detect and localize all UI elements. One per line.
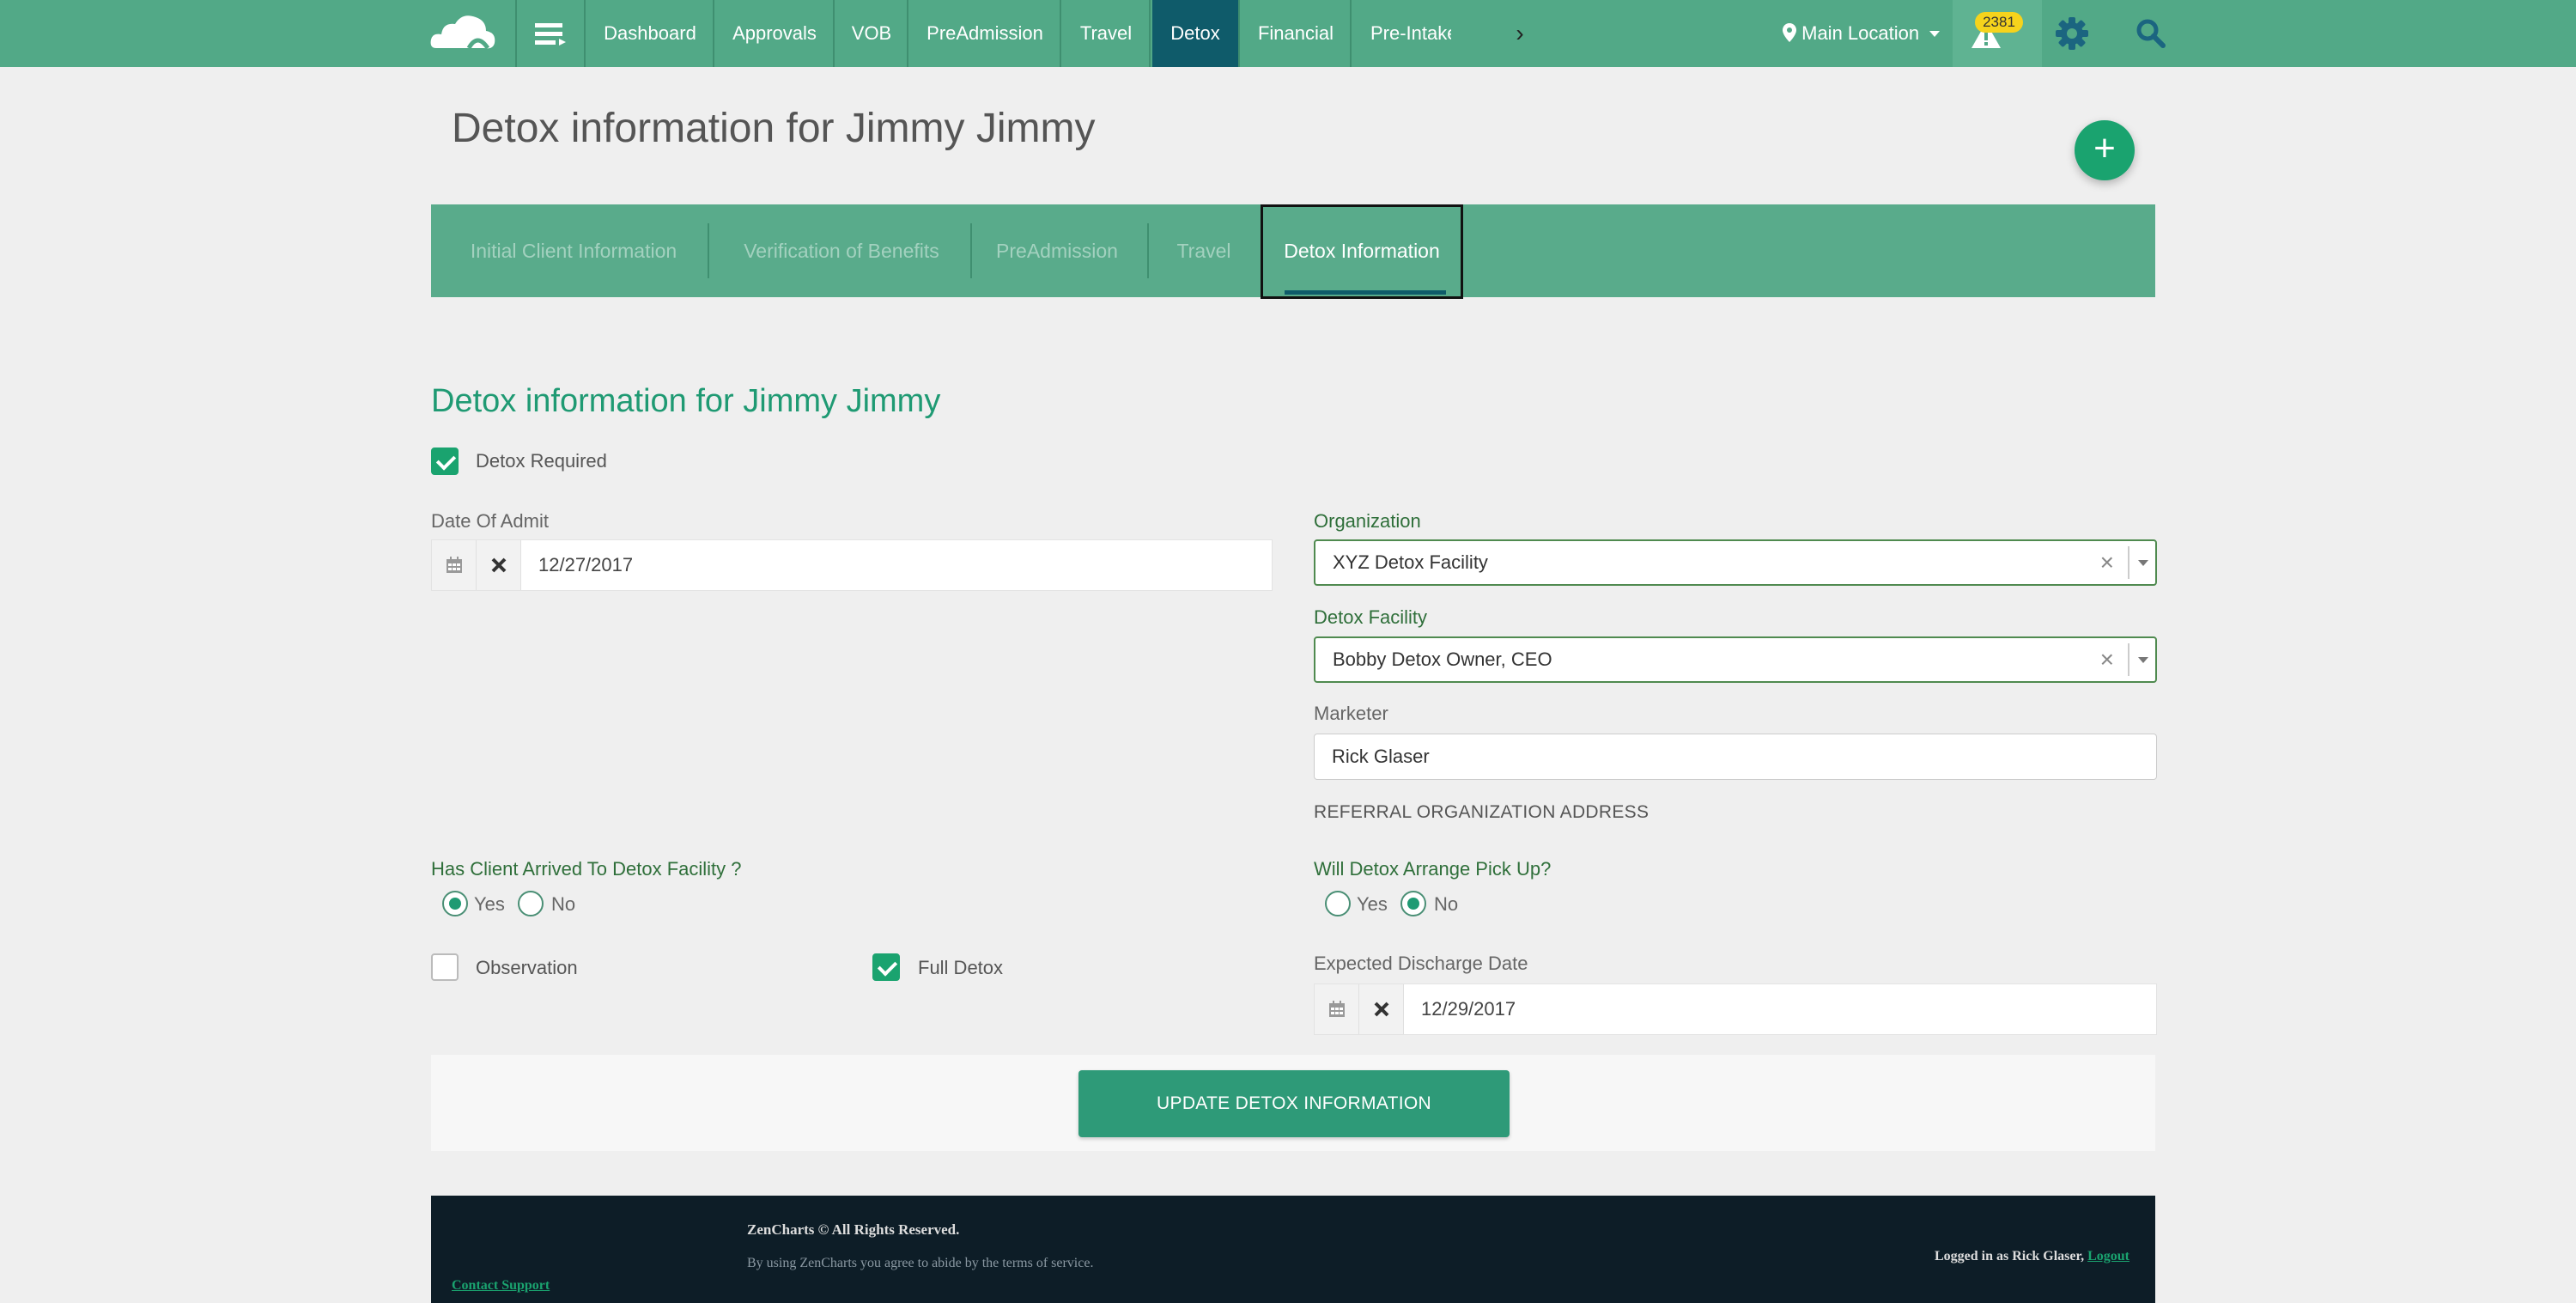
- calendar-icon: [446, 557, 462, 573]
- nav-pre-intake[interactable]: Pre-Intake: [1353, 0, 1451, 67]
- search-icon[interactable]: [2135, 17, 2167, 50]
- organization-value: XYZ Detox Facility: [1333, 551, 1488, 573]
- client-arrived-yes-radio[interactable]: [442, 891, 468, 916]
- gear-icon[interactable]: [2054, 15, 2090, 52]
- tab-divider: [970, 223, 972, 278]
- nav-financial[interactable]: Financial: [1242, 0, 1352, 67]
- observation-label: Observation: [476, 957, 578, 978]
- nav-vob[interactable]: VOB: [836, 0, 908, 67]
- active-tab-underline: [1285, 290, 1446, 295]
- expected-discharge-calendar-button[interactable]: [1315, 984, 1359, 1034]
- close-icon: [1374, 1002, 1388, 1017]
- add-button[interactable]: +: [2075, 120, 2135, 180]
- referral-organization-address-label: REFERRAL ORGANIZATION ADDRESS: [1314, 802, 1649, 822]
- detox-facility-value: Bobby Detox Owner, CEO: [1333, 648, 1552, 670]
- full-detox-label: Full Detox: [918, 957, 1004, 978]
- update-detox-information-button[interactable]: UPDATE DETOX INFORMATION: [1078, 1070, 1510, 1137]
- logout-link[interactable]: Logout: [2087, 1249, 2129, 1263]
- organization-clear-button[interactable]: ×: [2100, 541, 2114, 584]
- client-arrived-no-radio[interactable]: [518, 891, 544, 916]
- detox-facility-label: Detox Facility: [1314, 606, 1428, 628]
- pickup-label: Will Detox Arrange Pick Up?: [1314, 858, 1552, 880]
- client-arrived-no-label: No: [551, 893, 576, 915]
- location-selector[interactable]: Main Location: [1783, 0, 1941, 67]
- nav-approvals[interactable]: Approvals: [716, 0, 835, 67]
- pickup-yes-label: Yes: [1357, 893, 1388, 915]
- full-detox-checkbox[interactable]: [872, 953, 900, 981]
- select-divider: [2128, 643, 2129, 676]
- footer-copyright: ZenCharts © All Rights Reserved.: [747, 1221, 960, 1238]
- pickup-no-radio[interactable]: [1400, 891, 1426, 916]
- expected-discharge-field: 12/29/2017: [1314, 983, 2157, 1035]
- client-arrived-yes-label: Yes: [474, 893, 505, 915]
- detox-facility-select[interactable]: Bobby Detox Owner, CEO ×: [1314, 636, 2157, 683]
- chevron-down-icon[interactable]: [2138, 560, 2148, 566]
- client-arrived-label: Has Client Arrived To Detox Facility ?: [431, 858, 742, 880]
- tab-verification-of-benefits[interactable]: Verification of Benefits: [714, 223, 969, 278]
- alert-count-badge: 2381: [1975, 12, 2023, 33]
- nav-detox[interactable]: Detox: [1152, 0, 1240, 67]
- nav-more-arrow[interactable]: ›: [1507, 0, 1533, 67]
- nav-preadmission[interactable]: PreAdmission: [910, 0, 1061, 67]
- map-pin-icon: [1783, 23, 1796, 42]
- close-icon: [491, 557, 506, 573]
- section-title: Detox information for Jimmy Jimmy: [431, 383, 941, 419]
- cloud-logo-icon[interactable]: [429, 10, 498, 57]
- organization-label: Organization: [1314, 510, 1421, 532]
- tab-travel[interactable]: Travel: [1149, 223, 1259, 278]
- alerts-button[interactable]: [1953, 0, 2042, 67]
- organization-select[interactable]: XYZ Detox Facility ×: [1314, 539, 2157, 586]
- chevron-down-icon[interactable]: [2138, 657, 2148, 663]
- tab-divider: [708, 223, 709, 278]
- date-of-admit-calendar-button[interactable]: [432, 540, 477, 590]
- expected-discharge-label: Expected Discharge Date: [1314, 953, 1528, 974]
- tab-initial-client-information[interactable]: Initial Client Information: [447, 223, 701, 278]
- marketer-input[interactable]: Rick Glaser: [1314, 734, 2157, 780]
- calendar-icon: [1328, 1001, 1345, 1017]
- date-of-admit-clear-button[interactable]: [477, 540, 521, 590]
- observation-checkbox[interactable]: [431, 953, 459, 981]
- expected-discharge-clear-button[interactable]: [1359, 984, 1404, 1034]
- logged-in-text: Logged in as Rick Glaser,: [1935, 1249, 2085, 1263]
- contact-support-link[interactable]: Contact Support: [452, 1278, 550, 1294]
- location-label: Main Location: [1801, 22, 1920, 44]
- top-navbar: Dashboard Approvals VOB PreAdmission Tra…: [0, 0, 2576, 67]
- select-divider: [2128, 546, 2129, 579]
- active-tab-focus-frame: [1261, 204, 1463, 299]
- date-of-admit-input[interactable]: 12/27/2017: [538, 540, 633, 590]
- footer-logged-in: Logged in as Rick Glaser, Logout: [1935, 1249, 2129, 1264]
- tab-preadmission[interactable]: PreAdmission: [974, 223, 1140, 278]
- expected-discharge-input[interactable]: 12/29/2017: [1421, 984, 1516, 1034]
- footer-terms: By using ZenCharts you agree to abide by…: [747, 1256, 1094, 1270]
- nav-travel[interactable]: Travel: [1063, 0, 1151, 67]
- marketer-label: Marketer: [1314, 703, 1388, 724]
- pickup-yes-radio[interactable]: [1325, 891, 1351, 916]
- detox-required-checkbox[interactable]: [431, 448, 459, 475]
- date-of-admit-field: 12/27/2017: [431, 539, 1273, 591]
- pickup-no-label: No: [1434, 893, 1459, 915]
- menu-toggle-icon: [535, 23, 566, 46]
- menu-toggle-button[interactable]: [515, 0, 586, 67]
- detox-facility-clear-button[interactable]: ×: [2100, 638, 2114, 681]
- page-title: Detox information for Jimmy Jimmy: [452, 106, 1096, 151]
- footer: ZenCharts © All Rights Reserved. By usin…: [431, 1196, 2155, 1303]
- nav-dashboard[interactable]: Dashboard: [587, 0, 714, 67]
- date-of-admit-label: Date Of Admit: [431, 510, 549, 532]
- detox-required-label: Detox Required: [476, 450, 607, 472]
- caret-down-icon: [1929, 31, 1941, 37]
